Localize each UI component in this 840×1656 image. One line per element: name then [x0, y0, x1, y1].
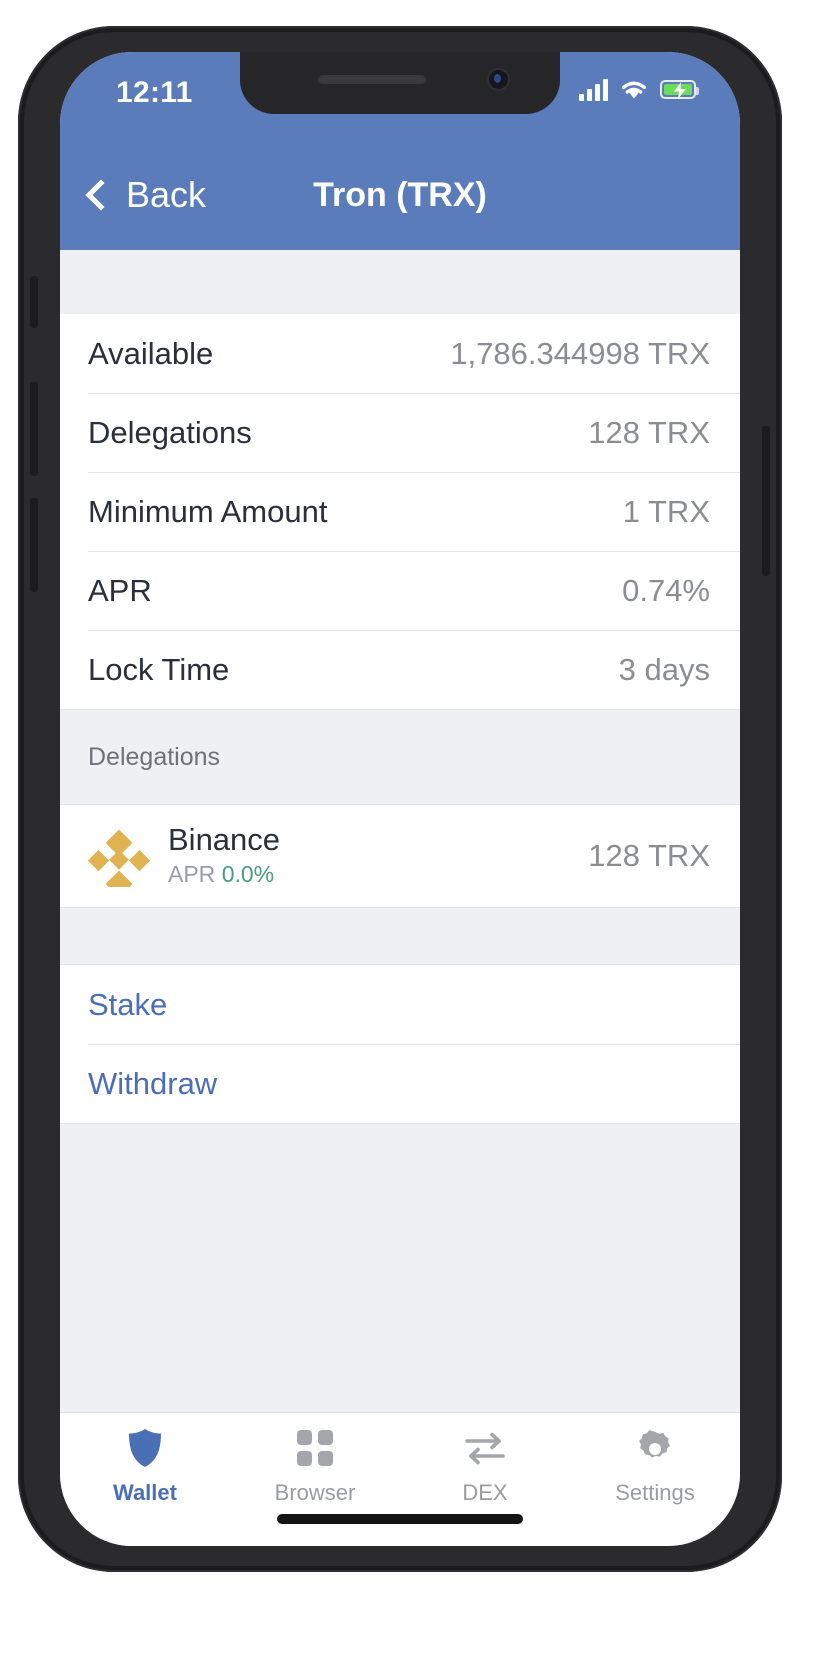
notch — [240, 52, 560, 114]
tab-bar: Wallet Browser DEX Settings — [60, 1412, 740, 1546]
section-header-label: Delegations — [88, 742, 221, 771]
row-value: 3 days — [618, 651, 710, 687]
earpiece-speaker — [318, 75, 426, 84]
phone-frame: 12:11 Back Tron (TRX) Available 1,786.34… — [18, 26, 782, 1572]
delegation-amount: 128 TRX — [588, 838, 710, 873]
list-item-text: Binance APR 0.0% — [168, 821, 588, 889]
withdraw-button-label: Withdraw — [88, 1065, 218, 1101]
silent-switch[interactable] — [30, 276, 38, 328]
grid-squares-icon — [295, 1427, 335, 1469]
screenshot-stage: 12:11 Back Tron (TRX) Available 1,786.34… — [0, 0, 840, 1656]
row-label: APR — [88, 572, 152, 608]
tab-browser[interactable]: Browser — [230, 1427, 400, 1506]
apr-value: 0.0% — [221, 861, 275, 888]
row-label: Minimum Amount — [88, 493, 328, 529]
delegations-section-header: Delegations — [60, 709, 740, 805]
status-clock: 12:11 — [116, 76, 193, 109]
table-row[interactable]: Minimum Amount 1 TRX — [60, 472, 740, 551]
delegations-list: Binance APR 0.0% 128 TRX — [60, 805, 740, 907]
signal-bars-icon — [579, 78, 608, 101]
tab-wallet[interactable]: Wallet — [60, 1427, 230, 1506]
row-value: 1 TRX — [622, 493, 710, 529]
list-item[interactable]: Binance APR 0.0% 128 TRX — [60, 805, 740, 907]
validator-name: Binance — [168, 821, 281, 857]
validator-apr: APR 0.0% — [168, 861, 588, 888]
tab-dex[interactable]: DEX — [400, 1427, 570, 1506]
bottom-spacer — [60, 1123, 740, 1412]
tab-settings[interactable]: Settings — [570, 1427, 740, 1506]
row-label: Available — [88, 335, 214, 371]
back-button[interactable]: Back — [85, 174, 207, 216]
withdraw-button[interactable]: Withdraw — [60, 1044, 740, 1123]
volume-down-button[interactable] — [30, 498, 38, 592]
apr-label: APR — [168, 861, 216, 888]
tab-label: Wallet — [113, 1480, 177, 1505]
row-value: 1,786.344998 TRX — [450, 335, 710, 371]
row-value: 128 TRX — [588, 414, 710, 450]
volume-up-button[interactable] — [30, 382, 38, 476]
content-area: Available 1,786.344998 TRX Delegations 1… — [60, 250, 740, 1412]
tab-label: Settings — [615, 1480, 695, 1505]
table-row[interactable]: Lock Time 3 days — [60, 630, 740, 709]
stake-button-label: Stake — [88, 986, 168, 1022]
swap-arrows-icon — [463, 1427, 507, 1469]
stake-button[interactable]: Stake — [60, 965, 740, 1044]
status-bar: 12:11 — [60, 52, 740, 140]
table-row[interactable]: APR 0.74% — [60, 551, 740, 630]
table-row[interactable]: Available 1,786.344998 TRX — [60, 314, 740, 393]
table-row[interactable]: Delegations 128 TRX — [60, 393, 740, 472]
front-camera-icon — [489, 70, 508, 89]
info-list: Available 1,786.344998 TRX Delegations 1… — [60, 314, 740, 709]
shield-icon — [125, 1427, 165, 1469]
tab-label: DEX — [462, 1480, 508, 1505]
navigation-bar: Back Tron (TRX) — [60, 140, 740, 250]
battery-charging-icon — [660, 80, 699, 99]
home-indicator[interactable] — [277, 1514, 523, 1524]
actions-list: Stake Withdraw — [60, 965, 740, 1123]
power-button[interactable] — [762, 426, 770, 576]
gear-icon — [635, 1427, 675, 1469]
row-value: 0.74% — [622, 572, 710, 608]
row-label: Delegations — [88, 414, 252, 450]
chevron-left-icon — [85, 179, 117, 211]
wifi-icon — [621, 81, 647, 99]
section-spacer — [60, 907, 740, 965]
tab-label: Browser — [274, 1480, 356, 1505]
top-spacer — [60, 250, 740, 314]
phone-screen: 12:11 Back Tron (TRX) Available 1,786.34… — [60, 52, 740, 1546]
back-button-label: Back — [126, 174, 207, 215]
status-icons — [579, 78, 699, 101]
row-label: Lock Time — [88, 651, 230, 687]
binance-logo-icon — [87, 825, 151, 898]
